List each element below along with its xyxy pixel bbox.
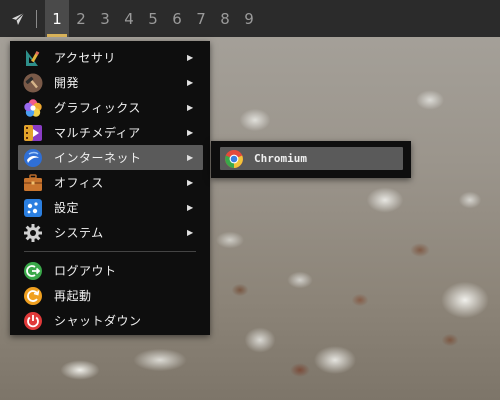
- menu-item-label: 開発: [54, 76, 80, 90]
- menu-item-label: インターネット: [54, 151, 142, 165]
- workspace-3[interactable]: 3: [93, 0, 117, 37]
- submenu-arrow-icon: ▶: [187, 203, 194, 212]
- menu-item-accessories[interactable]: アクセサリ ▶: [18, 45, 203, 70]
- menu-item-label: 再起動: [54, 289, 92, 303]
- graphics-icon: [23, 98, 43, 118]
- workspace-4[interactable]: 4: [117, 0, 141, 37]
- multimedia-icon: [23, 123, 43, 143]
- system-gear-icon: [23, 223, 43, 243]
- menu-item-label: グラフィックス: [54, 101, 141, 115]
- menu-divider: [24, 251, 196, 252]
- settings-icon: [23, 198, 43, 218]
- menu-item-restart[interactable]: 再起動: [18, 283, 203, 308]
- paper-plane-icon: [12, 12, 25, 25]
- restart-icon: [23, 286, 43, 306]
- top-panel: 1 2 3 4 5 6 7 8 9: [0, 0, 500, 37]
- submenu-arrow-icon: ▶: [187, 53, 194, 62]
- panel-separator: [36, 9, 37, 28]
- submenu-item-label: Chromium: [254, 152, 307, 165]
- menu-item-system[interactable]: システム ▶: [18, 220, 203, 245]
- menu-item-development[interactable]: 開発 ▶: [18, 70, 203, 95]
- submenu-arrow-icon: ▶: [187, 228, 194, 237]
- development-hammer-icon: [23, 73, 43, 93]
- internet-globe-icon: [23, 148, 43, 168]
- menu-item-label: オフィス: [54, 176, 104, 190]
- chromium-icon: [224, 149, 244, 169]
- menu-item-logout[interactable]: ログアウト: [18, 258, 203, 283]
- menu-item-multimedia[interactable]: マルチメディア ▶: [18, 120, 203, 145]
- workspace-1[interactable]: 1: [45, 0, 69, 37]
- workspace-7[interactable]: 7: [189, 0, 213, 37]
- menu-item-label: シャットダウン: [54, 314, 142, 328]
- menu-item-shutdown[interactable]: シャットダウン: [18, 308, 203, 333]
- submenu-item-chromium[interactable]: Chromium: [220, 147, 403, 170]
- shutdown-icon: [23, 311, 43, 331]
- accessories-icon: [23, 48, 43, 68]
- office-briefcase-icon: [23, 173, 43, 193]
- menu-item-label: 設定: [54, 201, 80, 215]
- menu-item-label: アクセサリ: [54, 51, 116, 65]
- submenu-arrow-icon: ▶: [187, 128, 194, 137]
- application-menu: アクセサリ ▶ 開発 ▶ グラフィックス ▶ マルチメディア ▶ インターネット…: [10, 41, 210, 335]
- logout-icon: [23, 261, 43, 281]
- menu-item-label: システム: [54, 226, 104, 240]
- submenu-arrow-icon: ▶: [187, 178, 194, 187]
- workspace-6[interactable]: 6: [165, 0, 189, 37]
- menu-item-label: マルチメディア: [54, 126, 141, 140]
- menu-item-internet[interactable]: インターネット ▶: [18, 145, 203, 170]
- workspace-9[interactable]: 9: [237, 0, 261, 37]
- app-launcher-button[interactable]: [4, 0, 32, 37]
- menu-item-settings[interactable]: 設定 ▶: [18, 195, 203, 220]
- workspace-5[interactable]: 5: [141, 0, 165, 37]
- menu-item-office[interactable]: オフィス ▶: [18, 170, 203, 195]
- submenu-arrow-icon: ▶: [187, 78, 194, 87]
- menu-item-graphics[interactable]: グラフィックス ▶: [18, 95, 203, 120]
- menu-item-label: ログアウト: [54, 264, 117, 278]
- workspace-2[interactable]: 2: [69, 0, 93, 37]
- internet-submenu: Chromium: [211, 141, 411, 178]
- submenu-arrow-icon: ▶: [187, 153, 194, 162]
- submenu-arrow-icon: ▶: [187, 103, 194, 112]
- workspace-switcher: 1 2 3 4 5 6 7 8 9: [45, 0, 261, 37]
- workspace-8[interactable]: 8: [213, 0, 237, 37]
